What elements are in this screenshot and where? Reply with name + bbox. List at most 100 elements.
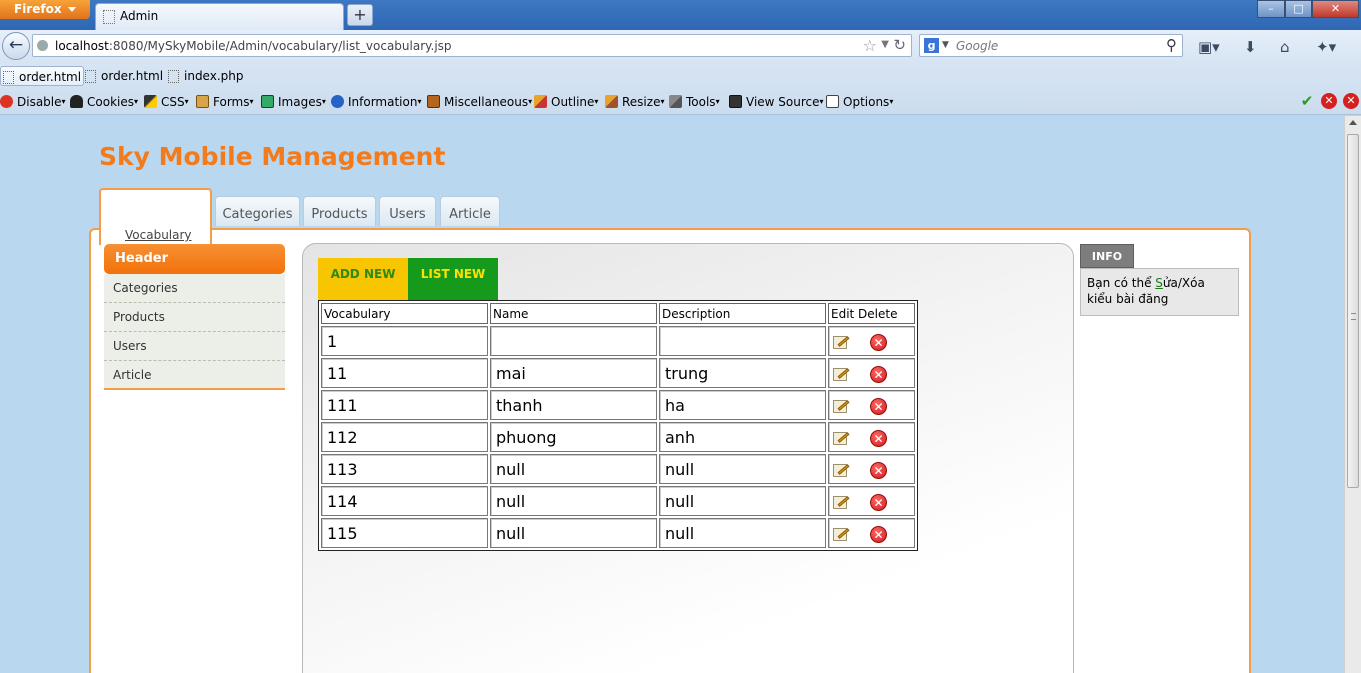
- bookmark-item[interactable]: order.html: [83, 66, 163, 86]
- menu-label: Options: [843, 95, 890, 109]
- miscellaneous-menu[interactable]: Miscellaneous▾: [427, 94, 532, 110]
- cell-actions: ✕: [828, 422, 915, 452]
- site-title: Sky Mobile Management: [99, 142, 446, 171]
- cell-name: [490, 326, 657, 356]
- cell-name: thanh: [490, 390, 657, 420]
- sidebar-item-users[interactable]: Users: [104, 332, 285, 361]
- information-menu[interactable]: Information▾: [331, 94, 421, 110]
- maximize-button[interactable]: □: [1285, 0, 1312, 18]
- cell-name: mai: [490, 358, 657, 388]
- view-source-icon: [729, 95, 742, 108]
- outline-menu[interactable]: Outline▾: [534, 94, 598, 110]
- search-icon[interactable]: ⚲: [1166, 36, 1177, 54]
- cell-description: ha: [659, 390, 826, 420]
- search-bar[interactable]: g ▼ Google ⚲: [919, 34, 1183, 57]
- cell-name: null: [490, 486, 657, 516]
- vertical-scrollbar[interactable]: [1344, 116, 1361, 673]
- scrollbar-thumb[interactable]: [1347, 134, 1359, 488]
- address-bar[interactable]: localhost:8080/MySkyMobile/Admin/vocabul…: [32, 34, 912, 57]
- scrollbar-grip: [1351, 313, 1356, 320]
- delete-icon[interactable]: ✕: [870, 493, 887, 511]
- edit-icon[interactable]: [832, 366, 850, 382]
- delete-icon[interactable]: ✕: [870, 333, 887, 351]
- menu-label: Outline: [551, 95, 595, 109]
- close-toolbar-icon[interactable]: ✕: [1343, 93, 1359, 109]
- miscellaneous-icon: [427, 95, 440, 108]
- home-icon[interactable]: ⌂: [1280, 38, 1290, 56]
- info-link[interactable]: S: [1155, 276, 1163, 290]
- sidebar-item-article[interactable]: Article: [104, 361, 285, 390]
- cell-actions: ✕: [828, 486, 915, 516]
- firefox-menu-button[interactable]: Firefox: [0, 0, 90, 19]
- add-new-button[interactable]: ADD NEW: [318, 258, 408, 300]
- edit-icon[interactable]: [832, 462, 850, 478]
- tab-article[interactable]: Article: [440, 196, 500, 226]
- tab-products[interactable]: Products: [303, 196, 376, 226]
- delete-icon[interactable]: ✕: [870, 429, 887, 447]
- tab-users[interactable]: Users: [379, 196, 436, 226]
- scroll-up-arrow-icon[interactable]: [1349, 120, 1357, 125]
- info-text: Bạn có thể: [1087, 276, 1156, 290]
- reload-icon[interactable]: ↻: [893, 36, 906, 54]
- downloads-icon[interactable]: ⬇: [1244, 38, 1257, 56]
- disable-menu[interactable]: Disable▾: [0, 94, 66, 110]
- tab-categories[interactable]: Categories: [215, 196, 300, 226]
- tools-menu[interactable]: Tools▾: [669, 94, 720, 110]
- bookmark-item[interactable]: order.html: [0, 66, 85, 86]
- tab-label: Article: [449, 207, 491, 222]
- browser-tab-title: Admin: [120, 9, 159, 23]
- tab-vocabulary[interactable]: Vocabulary: [99, 188, 212, 245]
- bookmark-item[interactable]: index.php: [166, 66, 243, 86]
- page-icon: [103, 10, 115, 24]
- delete-icon[interactable]: ✕: [870, 365, 887, 383]
- cell-description: anh: [659, 422, 826, 452]
- bookmark-star-icon[interactable]: ☆: [863, 36, 877, 55]
- window-titlebar: Firefox Admin + – □ ✕: [0, 0, 1361, 30]
- table-row: 112 phuong anh ✕: [321, 422, 915, 452]
- search-placeholder: Google: [956, 39, 999, 53]
- back-button[interactable]: ←: [2, 32, 30, 60]
- css-menu[interactable]: CSS▾: [144, 94, 189, 110]
- cookies-menu[interactable]: Cookies▾: [70, 94, 138, 110]
- resize-menu[interactable]: Resize▾: [605, 94, 664, 110]
- edit-icon[interactable]: [832, 398, 850, 414]
- browser-tab-admin[interactable]: Admin: [95, 3, 344, 30]
- edit-icon[interactable]: [832, 430, 850, 446]
- close-window-button[interactable]: ✕: [1312, 0, 1359, 18]
- delete-icon[interactable]: ✕: [870, 461, 887, 479]
- addon-icon[interactable]: ✦▾: [1316, 38, 1336, 56]
- checkmark-icon[interactable]: ✔: [1299, 93, 1315, 109]
- images-menu[interactable]: Images▾: [261, 94, 326, 110]
- cell-description: null: [659, 486, 826, 516]
- bookmarks-menu-icon[interactable]: ▣▾: [1198, 38, 1220, 56]
- options-menu[interactable]: Options▾: [826, 94, 893, 110]
- forms-menu[interactable]: Forms▾: [196, 94, 254, 110]
- info-box: Bạn có thể Sửa/Xóa kiểu bài đăng: [1080, 268, 1239, 316]
- view-source-menu[interactable]: View Source▾: [729, 94, 824, 110]
- error-icon[interactable]: ✕: [1321, 93, 1337, 109]
- cell-actions: ✕: [828, 326, 915, 356]
- menu-label: Disable: [17, 95, 62, 109]
- engine-dropdown-icon[interactable]: ▼: [942, 40, 949, 50]
- edit-icon[interactable]: [832, 334, 850, 350]
- cell-actions: ✕: [828, 518, 915, 548]
- sidebar-item-categories[interactable]: Categories: [104, 274, 285, 303]
- list-new-button[interactable]: LIST NEW: [408, 258, 498, 300]
- sidebar-item-products[interactable]: Products: [104, 303, 285, 332]
- edit-icon[interactable]: [832, 526, 850, 542]
- delete-icon[interactable]: ✕: [870, 525, 887, 543]
- cell-name: phuong: [490, 422, 657, 452]
- cell-name: null: [490, 454, 657, 484]
- bookmarks-toolbar: order.html order.html index.php: [0, 63, 1361, 89]
- info-tab: INFO: [1080, 244, 1134, 268]
- table-header-row: Vocabulary Name Description Edit Delete: [321, 303, 915, 324]
- new-tab-button[interactable]: +: [347, 4, 373, 26]
- edit-icon[interactable]: [832, 494, 850, 510]
- google-icon[interactable]: g: [924, 38, 939, 53]
- history-dropdown-icon[interactable]: ▼: [881, 39, 889, 50]
- table-row: 1 ✕: [321, 326, 915, 356]
- web-developer-toolbar: Disable▾ Cookies▾ CSS▾ Forms▾ Images▾ In…: [0, 89, 1361, 115]
- cell-vocabulary: 112: [321, 422, 488, 452]
- delete-icon[interactable]: ✕: [870, 397, 887, 415]
- minimize-button[interactable]: –: [1257, 0, 1285, 18]
